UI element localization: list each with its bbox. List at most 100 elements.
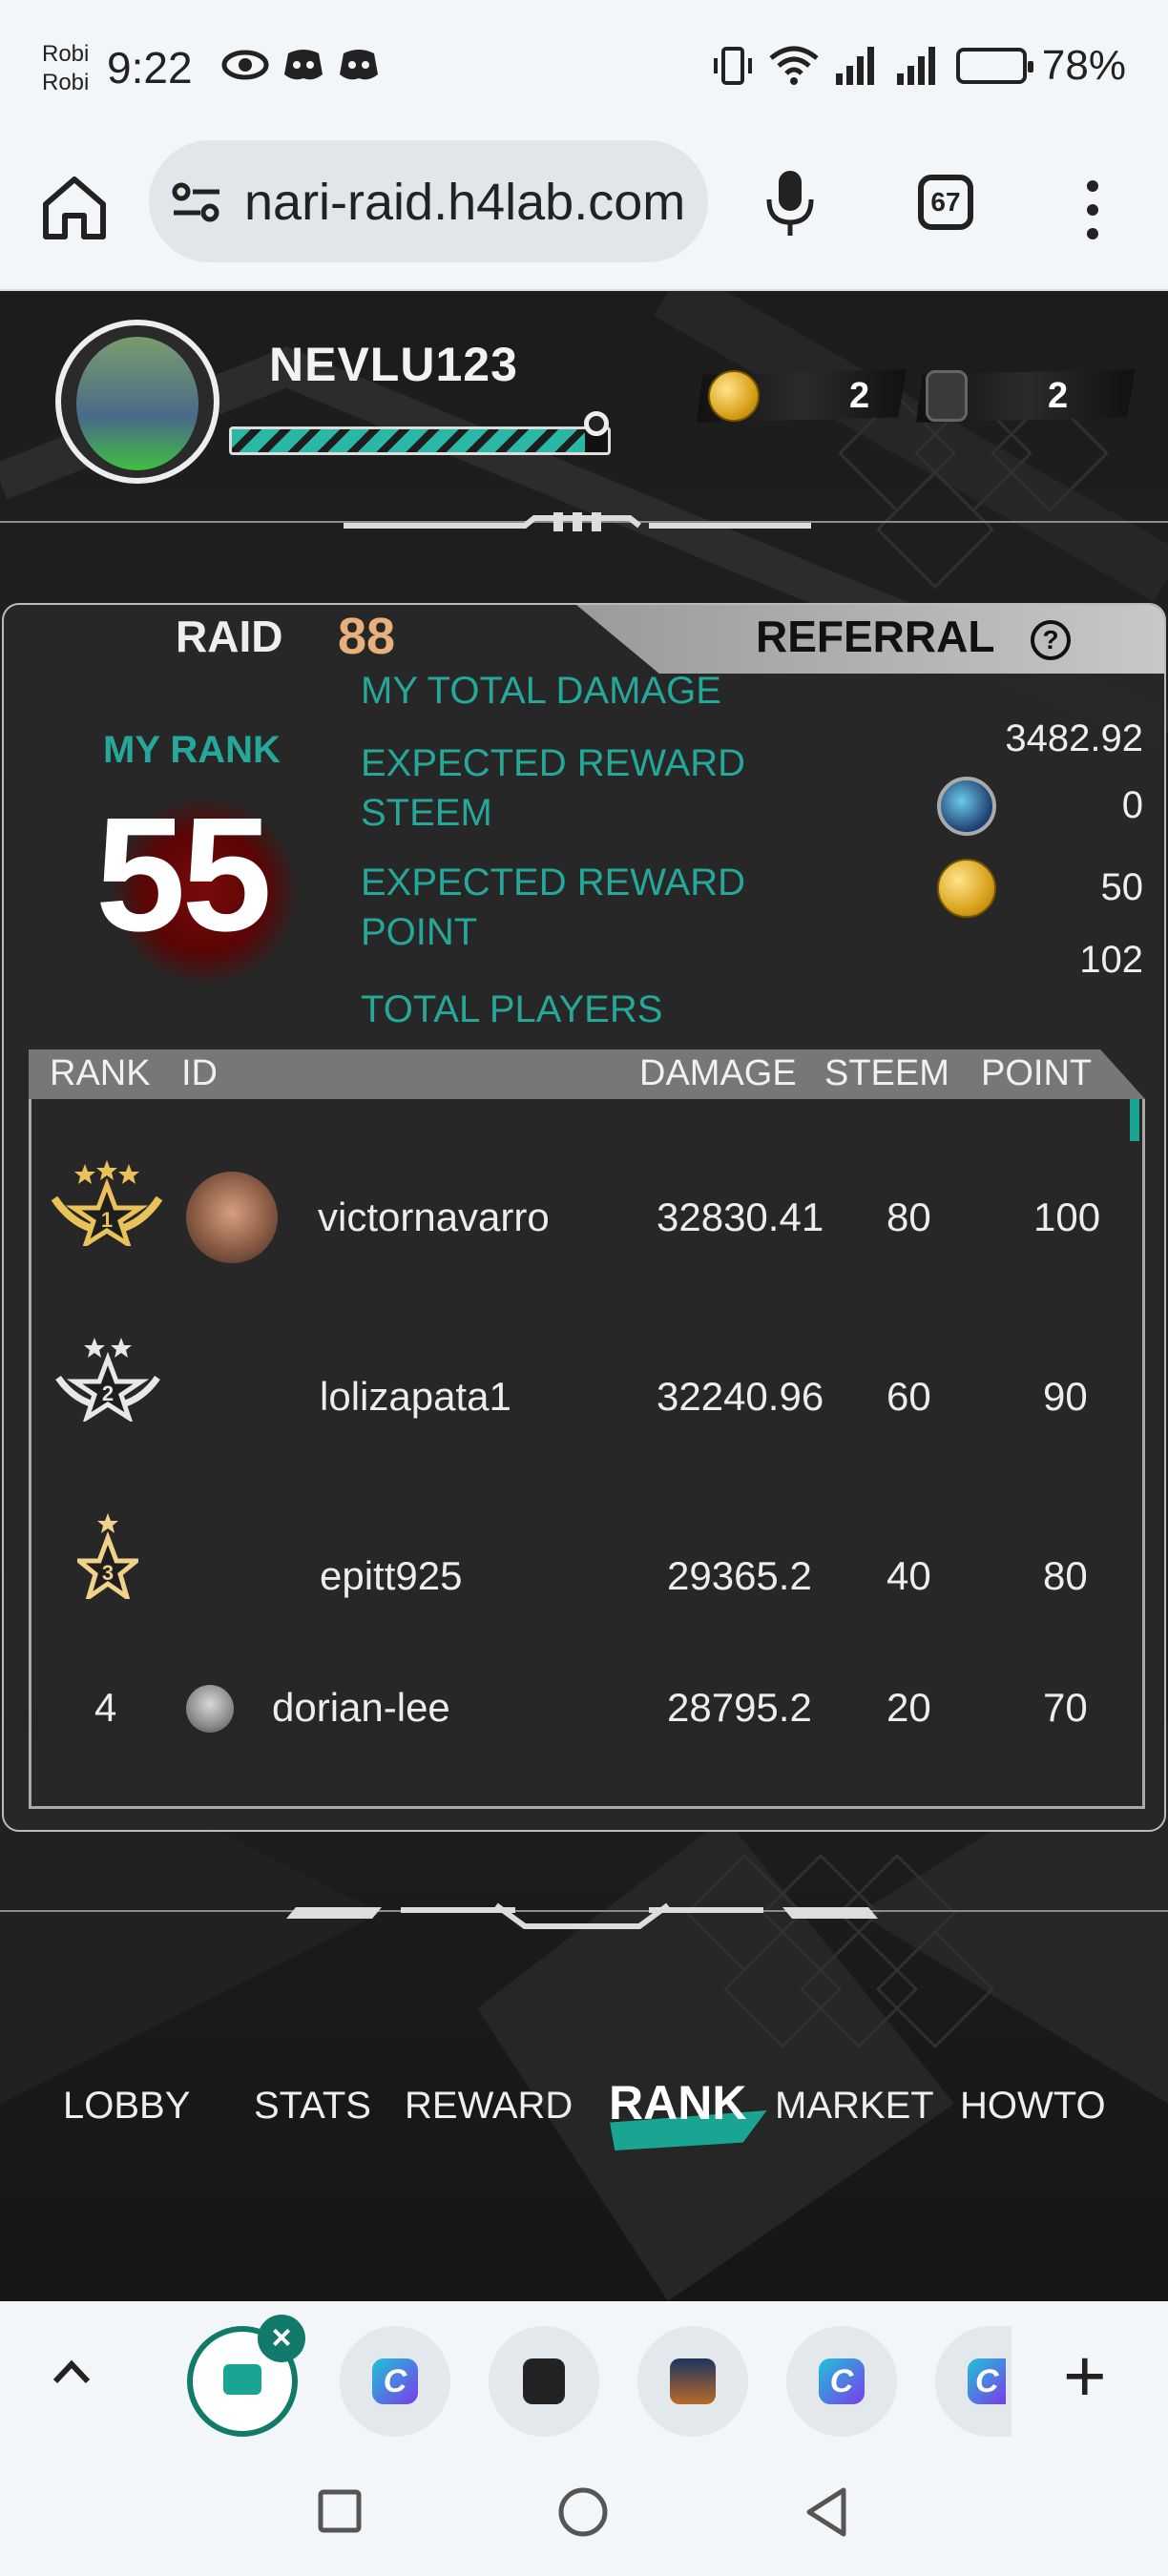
site-settings-icon[interactable]	[172, 180, 221, 224]
tab-site-3[interactable]	[637, 2326, 748, 2437]
reward-steem-label-line2: STEEM	[361, 792, 492, 834]
discord-icon-2	[340, 50, 378, 80]
reward-point-value: 50	[1100, 866, 1144, 908]
damage-value: 28795.2	[667, 1685, 812, 1730]
chevron-up-icon[interactable]	[48, 2349, 95, 2397]
nav-lobby[interactable]: LOBBY	[63, 2085, 190, 2128]
nav-reward[interactable]: REWARD	[405, 2085, 573, 2128]
rank-3-badge-icon: 3	[77, 1513, 138, 1599]
reward-point-label-line1: EXPECTED REWARD	[361, 862, 746, 904]
system-navigation-bar	[0, 2444, 1168, 2576]
table-row: 1 victornavarro 32830.41 80 100	[31, 1128, 1142, 1280]
xp-progress-knob	[584, 411, 609, 436]
status-bar: Robi Robi 9:22 78%	[0, 0, 1168, 138]
nav-rank[interactable]: RANK	[609, 2075, 746, 2130]
coin-count: 2	[849, 375, 870, 416]
point-value: 100	[1033, 1195, 1101, 1239]
game-viewport: NEVLU123 2 2 RAID 88 REFERRAL ? MY RANK …	[0, 291, 1168, 2301]
help-icon[interactable]: ?	[1031, 620, 1071, 660]
rank-1-badge-icon: 1	[51, 1160, 163, 1246]
battery-percent: 78%	[1041, 42, 1126, 89]
player-id[interactable]: lolizapata1	[320, 1374, 511, 1420]
reward-point-label: EXPECTED REWARD POINT	[361, 858, 745, 957]
leaderboard-scrollbar[interactable]	[1130, 1099, 1139, 1141]
damage-value: 32240.96	[657, 1374, 824, 1419]
eye-icon	[221, 50, 269, 80]
wifi-icon	[769, 46, 819, 85]
coin-balance: 2	[697, 369, 907, 423]
avatar	[186, 1172, 278, 1263]
close-tab-icon[interactable]: ×	[258, 2315, 305, 2362]
tab-canva-2[interactable]: C	[786, 2326, 897, 2437]
total-damage-value: 3482.92	[1005, 717, 1143, 759]
footer-ornament	[286, 1902, 878, 1929]
header-ornament	[344, 512, 811, 531]
new-tab-button[interactable]: +	[1063, 2337, 1107, 2414]
rank-panel: RAID 88 REFERRAL ? MY RANK 55 MY TOTAL D…	[2, 603, 1166, 1832]
back-icon[interactable]	[803, 2486, 849, 2538]
signal-icon-2	[896, 47, 935, 85]
address-bar[interactable]: nari-raid.h4lab.com	[149, 140, 708, 262]
nav-howto[interactable]: HOWTO	[960, 2085, 1106, 2128]
header-point: POINT	[981, 1053, 1093, 1093]
recents-icon[interactable]	[317, 2488, 363, 2534]
coin-icon	[708, 370, 760, 422]
point-value: 80	[1043, 1553, 1088, 1598]
reward-steem-label: EXPECTED REWARD STEEM	[361, 738, 745, 838]
reward-steem-label-line1: EXPECTED REWARD	[361, 742, 746, 784]
url-text[interactable]: nari-raid.h4lab.com	[244, 173, 693, 232]
vibrate-icon	[713, 47, 752, 85]
header-damage: DAMAGE	[639, 1053, 797, 1093]
browser-toolbar: nari-raid.h4lab.com 67	[0, 138, 1168, 291]
tab-site-2[interactable]	[489, 2326, 599, 2437]
total-players-value: 102	[1079, 939, 1143, 981]
player-id[interactable]: victornavarro	[318, 1195, 550, 1240]
ticket-icon	[926, 370, 968, 422]
header-rank: RANK	[50, 1053, 151, 1093]
avatar-photo	[76, 337, 198, 470]
avatar	[186, 1685, 234, 1733]
discord-icon	[284, 50, 323, 80]
home-icon[interactable]	[38, 172, 111, 244]
system-indicators: 78%	[712, 42, 1126, 90]
clock: 9:22	[107, 43, 193, 93]
point-value: 70	[1043, 1685, 1088, 1730]
total-damage-label: MY TOTAL DAMAGE	[361, 670, 721, 712]
nav-stats[interactable]: STATS	[254, 2085, 371, 2128]
reward-steem-value: 0	[1121, 784, 1143, 826]
rank-2-badge-icon: 2	[55, 1338, 160, 1422]
player-avatar[interactable]	[55, 320, 219, 484]
tab-referral[interactable]: REFERRAL	[756, 611, 994, 662]
skull-icon	[523, 2358, 565, 2404]
signal-icon-1	[835, 47, 874, 85]
reward-point-label-line2: POINT	[361, 911, 478, 953]
steem-value: 80	[886, 1195, 931, 1239]
battery-icon	[955, 48, 1033, 84]
damage-value: 29365.2	[667, 1553, 812, 1598]
tab-raid[interactable]: RAID	[176, 611, 282, 662]
canva-icon: C	[372, 2358, 418, 2404]
damage-value: 32830.41	[657, 1195, 824, 1239]
nav-market[interactable]: MARKET	[775, 2085, 934, 2128]
carrier-2: Robi	[42, 70, 90, 95]
header-steem: STEEM	[824, 1053, 949, 1093]
more-menu-icon[interactable]	[1078, 177, 1107, 243]
xp-progress-bar	[229, 426, 611, 455]
svg-text:2: 2	[102, 1381, 114, 1405]
microphone-icon[interactable]	[763, 167, 817, 239]
player-id[interactable]: dorian-lee	[272, 1685, 450, 1731]
carrier-1: Robi	[42, 41, 90, 67]
player-id[interactable]: epitt925	[320, 1553, 462, 1599]
carrier-labels: Robi Robi	[42, 40, 89, 97]
canva-icon: C	[819, 2358, 865, 2404]
leaderboard-list[interactable]: 1 victornavarro 32830.41 80 100 2 loliza…	[29, 1099, 1145, 1809]
browser-tab-strip: × C C C +	[0, 2301, 1168, 2444]
tab-switcher-button[interactable]: 67	[918, 175, 973, 230]
tab-canva-1[interactable]: C	[340, 2326, 450, 2437]
notification-icons	[221, 46, 380, 84]
tab-canva-3[interactable]: C	[935, 2326, 1012, 2437]
home-circle-icon[interactable]	[557, 2486, 609, 2538]
player-username: NEVLU123	[269, 338, 518, 391]
steem-value: 40	[886, 1553, 931, 1598]
total-players-label: TOTAL PLAYERS	[361, 988, 663, 1030]
